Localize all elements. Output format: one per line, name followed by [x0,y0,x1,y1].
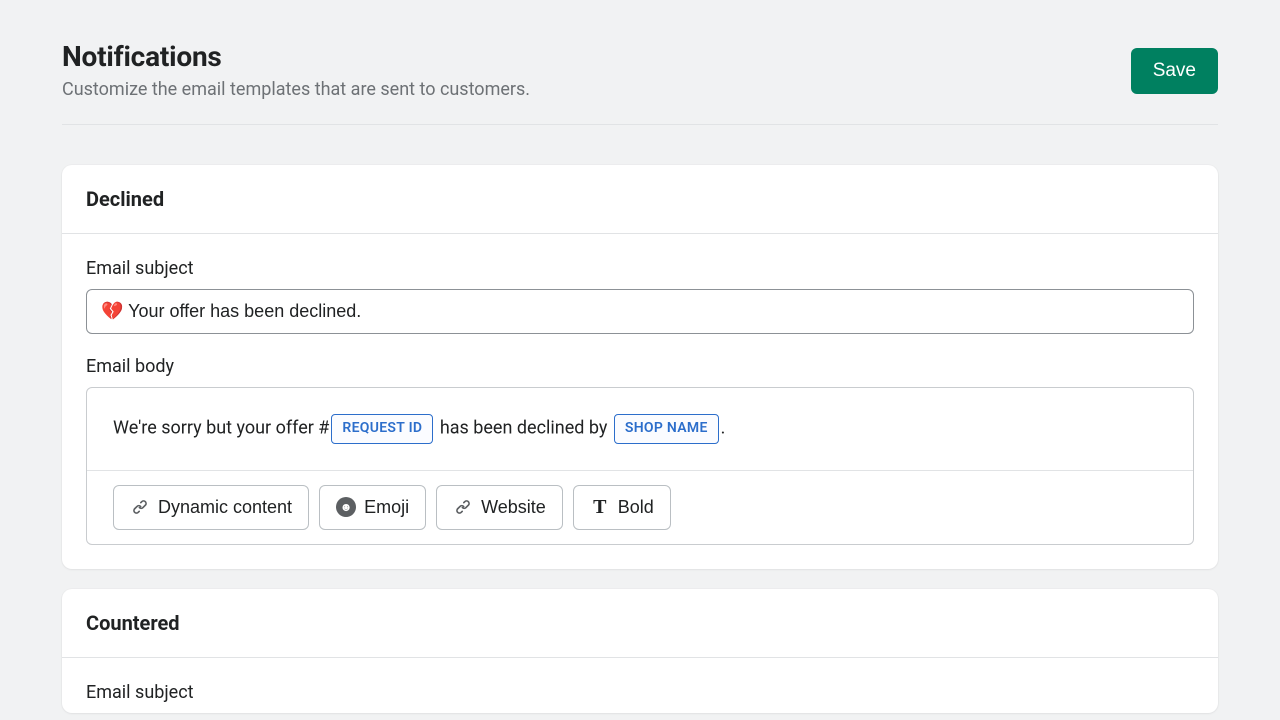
body-toolbar: Dynamic content ☻ Emoji Website T Bold [87,470,1193,544]
dynamic-content-button[interactable]: Dynamic content [113,485,309,530]
subject-label: Email subject [86,258,1194,279]
body-text: has been declined by [435,418,612,439]
save-button[interactable]: Save [1131,48,1218,94]
emoji-button[interactable]: ☻ Emoji [319,485,426,530]
body-text: . [721,418,726,439]
section-title-declined: Declined [86,187,1194,211]
bold-button[interactable]: T Bold [573,485,671,530]
tool-label: Dynamic content [158,497,292,518]
subject-label-countered: Email subject [86,682,1194,703]
tool-label: Website [481,497,546,518]
token-shop-name[interactable]: SHOP NAME [614,414,719,444]
token-request-id[interactable]: REQUEST ID [331,414,433,444]
tool-label: Bold [618,497,654,518]
tool-label: Emoji [364,497,409,518]
section-title-countered: Countered [86,611,1194,635]
bold-icon: T [590,496,610,519]
body-editor-declined: We're sorry but your offer #REQUEST ID h… [86,387,1194,545]
section-declined: Declined Email subject Email body We're … [62,165,1218,569]
page-header: Notifications Customize the email templa… [62,40,1218,125]
section-countered: Countered Email subject [62,589,1218,713]
body-content[interactable]: We're sorry but your offer #REQUEST ID h… [87,388,1193,470]
page-title: Notifications [62,40,530,73]
emoji-icon: ☻ [336,497,356,517]
link-icon [453,497,473,517]
website-button[interactable]: Website [436,485,563,530]
body-label: Email body [86,356,1194,377]
subject-input-declined[interactable] [86,289,1194,334]
page-subtitle: Customize the email templates that are s… [62,79,530,100]
link-chain-icon [130,497,150,517]
body-text: We're sorry but your offer # [113,418,329,439]
